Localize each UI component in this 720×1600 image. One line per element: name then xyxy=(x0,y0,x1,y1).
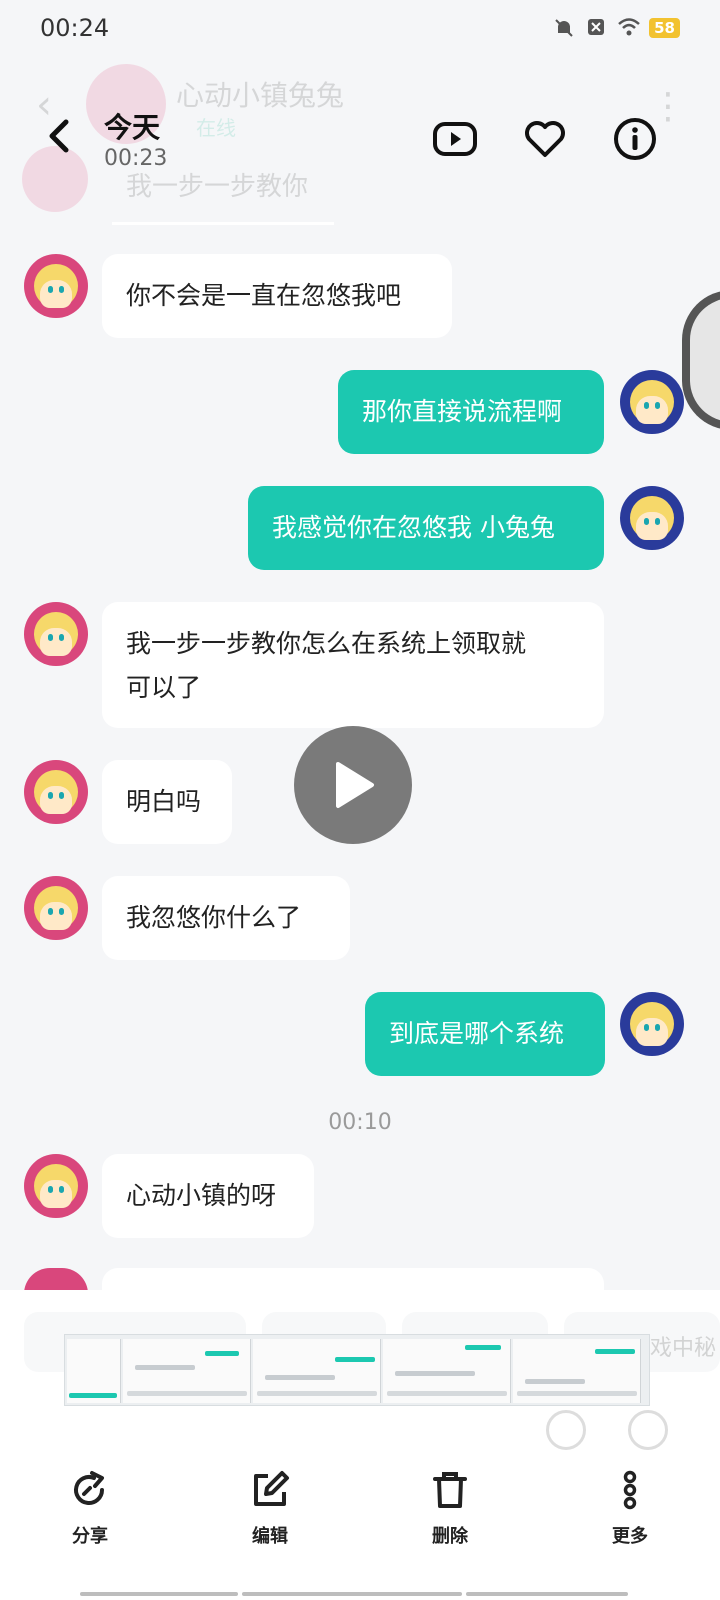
top-bar: 今天 00:23 xyxy=(0,100,720,190)
add-icon xyxy=(628,1410,668,1450)
avatar[interactable] xyxy=(24,876,88,940)
avatar[interactable] xyxy=(620,370,684,434)
avatar[interactable] xyxy=(620,486,684,550)
more-label: 更多 xyxy=(612,1526,648,1547)
home-indicator xyxy=(242,1592,462,1596)
status-time: 00:24 xyxy=(40,14,110,42)
emoji-icon xyxy=(546,1410,586,1450)
battery-indicator: 58 xyxy=(649,18,680,38)
share-icon xyxy=(74,1471,104,1505)
divider xyxy=(112,222,334,225)
quick-card-text: 戏中秘 xyxy=(650,1336,717,1361)
edit-button[interactable]: 编辑 xyxy=(210,1464,330,1574)
wifi-icon xyxy=(617,17,640,39)
play-icon xyxy=(336,762,374,808)
play-button[interactable] xyxy=(294,726,412,844)
message-bubble[interactable]: 明白吗 xyxy=(102,760,232,844)
share-label: 分享 xyxy=(72,1526,108,1547)
status-icons: 58 xyxy=(553,17,680,39)
home-indicator xyxy=(80,1592,238,1596)
chevron-left-icon xyxy=(49,119,69,153)
message-bubble[interactable]: 我忽悠你什么了 xyxy=(102,876,350,960)
play-box-icon xyxy=(433,122,477,156)
close-box-icon xyxy=(585,17,607,39)
avatar[interactable] xyxy=(24,760,88,824)
avatar[interactable] xyxy=(620,992,684,1056)
delete-label: 删除 xyxy=(432,1526,468,1547)
heart-icon xyxy=(525,121,565,157)
message-bubble[interactable]: 我感觉你在忽悠我 小兔兔 xyxy=(248,486,604,570)
screenshot-preview-strip[interactable] xyxy=(64,1334,650,1406)
favorite-button[interactable] xyxy=(522,116,568,162)
status-bar: 00:24 58 xyxy=(0,0,720,56)
avatar[interactable] xyxy=(24,1154,88,1218)
message-timestamp: 00:10 xyxy=(328,1110,392,1135)
more-vertical-icon xyxy=(623,1470,637,1510)
message-bubble[interactable]: 我一步一步教你怎么在系统上领取就 可以了 xyxy=(102,602,604,728)
back-button[interactable] xyxy=(38,114,82,158)
message-bubble[interactable]: 那你直接说流程啊 xyxy=(338,370,604,454)
message-bubble[interactable]: 到底是哪个系统 xyxy=(365,992,605,1076)
trash-icon xyxy=(433,1472,467,1508)
avatar[interactable] xyxy=(24,254,88,318)
header-subtitle: 00:23 xyxy=(104,146,168,171)
info-icon xyxy=(614,118,656,160)
info-button[interactable] xyxy=(612,116,658,162)
avatar[interactable] xyxy=(24,602,88,666)
more-button[interactable]: 更多 xyxy=(570,1464,690,1574)
action-bar: 分享 编辑 删除 更多 xyxy=(0,1464,720,1574)
edit-icon xyxy=(254,1471,289,1506)
home-indicator xyxy=(466,1592,628,1596)
header-title: 今天 xyxy=(104,111,161,144)
message-bubble[interactable]: 心动小镇的呀 xyxy=(102,1154,314,1238)
delete-button[interactable]: 删除 xyxy=(390,1464,510,1574)
share-button[interactable]: 分享 xyxy=(30,1464,150,1574)
edit-label: 编辑 xyxy=(252,1526,288,1547)
play-video-button[interactable] xyxy=(432,116,478,162)
mute-notification-icon xyxy=(553,17,575,39)
side-drag-handle[interactable] xyxy=(682,290,720,430)
message-bubble[interactable]: 你不会是一直在忽悠我吧 xyxy=(102,254,452,338)
